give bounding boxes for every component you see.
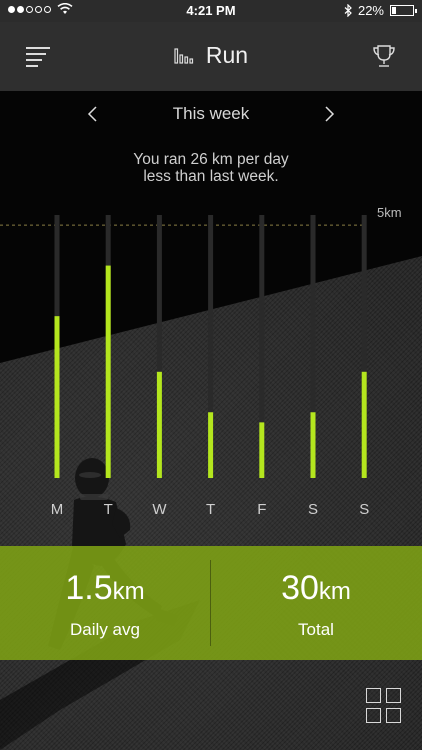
summary-message: You ran 26 km per day less than last wee…: [0, 151, 422, 185]
day-label: T: [206, 501, 215, 518]
week-selector: This week: [0, 100, 422, 128]
day-label: M: [51, 501, 64, 518]
page-title: Run: [205, 42, 249, 68]
summary-line-2: less than last week.: [143, 168, 279, 185]
bar: [54, 316, 60, 478]
bar: [208, 412, 214, 478]
bar: [105, 265, 111, 478]
bar: [361, 371, 367, 478]
chevron-right-icon[interactable]: [318, 103, 340, 125]
trophy-icon[interactable]: [372, 44, 396, 70]
daily-avg-unit: km: [112, 578, 145, 605]
bar: [310, 412, 316, 478]
day-label: F: [257, 501, 266, 518]
battery-icon: [390, 5, 417, 16]
day-label: T: [104, 501, 113, 518]
battery-percent: 22%: [357, 3, 384, 18]
week-label: This week: [172, 104, 250, 123]
reference-line-label: 5km: [377, 205, 402, 220]
summary-line-1: You ran 26 km per day: [133, 151, 289, 168]
status-bar: 4:21 PM 22%: [0, 0, 422, 22]
total-stat: 30km Total: [211, 570, 421, 640]
chart-svg: 5km M T W T F S S: [0, 205, 402, 518]
daily-avg-stat: 1.5km Daily avg: [0, 570, 210, 640]
stats-panel: 1.5km Daily avg 30km Total: [0, 546, 422, 660]
grid-icon[interactable]: [366, 688, 402, 724]
daily-avg-value: 1.5: [65, 569, 113, 607]
bar: [259, 422, 265, 478]
bluetooth-icon: [344, 4, 352, 17]
bar-chart-icon: [174, 47, 193, 64]
nav-bar: Run: [0, 22, 422, 91]
weekly-bar-chart: 5km M T W T F S S: [0, 200, 422, 530]
day-label: S: [308, 501, 318, 518]
daily-avg-label: Daily avg: [70, 620, 140, 639]
bar: [156, 371, 162, 478]
day-label: W: [152, 501, 167, 518]
total-label: Total: [298, 620, 334, 639]
total-unit: km: [318, 578, 351, 605]
day-label: S: [359, 501, 369, 518]
total-value: 30: [281, 569, 319, 607]
